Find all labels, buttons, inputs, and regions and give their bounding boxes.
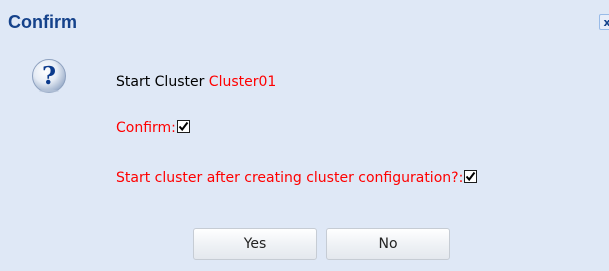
start-after-create-label: Start cluster after creating cluster con… — [116, 170, 464, 186]
message-prefix: Start Cluster — [116, 74, 209, 90]
dialog-title: Confirm — [8, 12, 77, 32]
close-icon[interactable]: x — [599, 14, 609, 30]
dialog-title-bar: Confirm x — [0, 0, 609, 40]
svg-text:?: ? — [42, 61, 56, 90]
confirm-label: Confirm: — [116, 120, 176, 136]
checkmark-icon — [466, 171, 476, 182]
yes-button[interactable]: Yes — [193, 228, 317, 260]
checkmark-icon — [178, 121, 189, 132]
question-icon: ? — [32, 59, 66, 93]
start-cluster-message: Start Cluster Cluster01 — [116, 74, 276, 90]
cluster-name: Cluster01 — [208, 74, 277, 90]
start-after-create-option: Start cluster after creating cluster con… — [116, 170, 478, 186]
no-button[interactable]: No — [326, 228, 450, 260]
confirm-option: Confirm: — [116, 120, 190, 136]
confirm-checkbox[interactable] — [176, 120, 190, 133]
confirm-dialog: Confirm x ? Start Cluster Cluster01 Conf… — [0, 0, 609, 271]
start-after-create-checkbox[interactable] — [464, 170, 478, 183]
